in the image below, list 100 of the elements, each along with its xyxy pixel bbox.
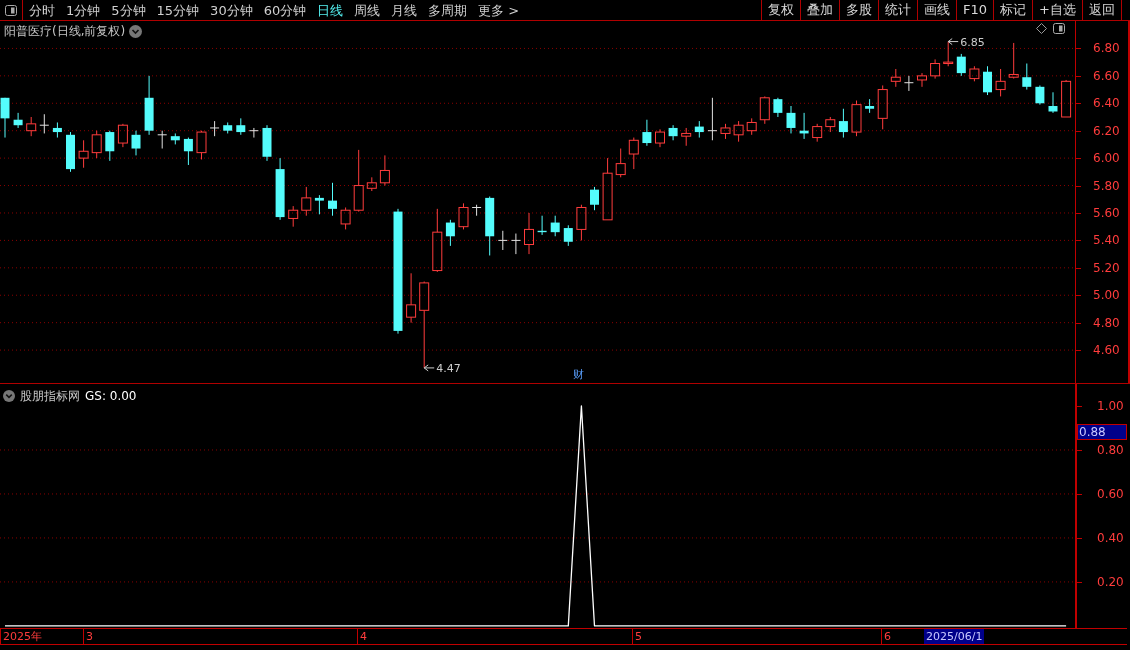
period-tab[interactable]: 日线 bbox=[317, 3, 344, 17]
candle bbox=[956, 53, 966, 77]
candle bbox=[681, 127, 692, 147]
price-axis-label: 6.80 bbox=[1093, 42, 1120, 55]
finance-marker[interactable]: 财 bbox=[573, 369, 584, 380]
candle bbox=[615, 148, 626, 178]
chart-title: 阳普医疗(日线,前复权) bbox=[4, 23, 126, 40]
date-axis-label: 3 bbox=[83, 629, 93, 644]
panel-toggle-icon[interactable] bbox=[5, 4, 17, 16]
candle bbox=[223, 121, 233, 134]
toolbar-button[interactable]: 叠加 bbox=[800, 0, 840, 20]
candle bbox=[131, 130, 141, 156]
toolbar-button[interactable]: 标记 bbox=[993, 0, 1033, 20]
candle bbox=[340, 207, 351, 230]
price-axis-label: 5.20 bbox=[1093, 261, 1120, 274]
toolbar-button[interactable]: 统计 bbox=[878, 0, 918, 20]
price-axis-label: 6.00 bbox=[1093, 152, 1120, 165]
candle bbox=[812, 123, 823, 143]
period-tab[interactable]: 5分钟 bbox=[111, 3, 146, 17]
candle bbox=[825, 116, 836, 133]
candle bbox=[379, 154, 390, 187]
candle bbox=[144, 75, 154, 136]
candle bbox=[707, 97, 718, 141]
candle bbox=[196, 130, 207, 160]
toolbar-button[interactable]: 多股 bbox=[839, 0, 879, 20]
cursor-value-label: 0.88 bbox=[1077, 424, 1127, 441]
candle bbox=[485, 196, 495, 256]
candle bbox=[903, 75, 914, 92]
price-axis-label: 6.60 bbox=[1093, 69, 1120, 82]
panel-toggle-icon[interactable] bbox=[1053, 23, 1065, 34]
candle bbox=[930, 58, 941, 80]
candle bbox=[865, 98, 875, 114]
toolbar-button[interactable]: 返回 bbox=[1082, 0, 1122, 20]
candle bbox=[52, 121, 62, 139]
period-tab[interactable]: 月线 bbox=[391, 3, 418, 17]
indicator-reading: GS: 0.00 bbox=[85, 388, 137, 405]
candle bbox=[170, 132, 180, 145]
candle bbox=[759, 95, 770, 125]
candle bbox=[746, 117, 757, 136]
candle bbox=[157, 130, 168, 149]
toolbar-button[interactable]: 复权 bbox=[761, 0, 801, 20]
indicator-axis-label: 0.20 bbox=[1097, 575, 1124, 588]
dropdown-icon[interactable] bbox=[129, 24, 143, 38]
period-tab[interactable]: 15分钟 bbox=[156, 3, 200, 17]
candle bbox=[262, 124, 272, 162]
candle bbox=[550, 215, 560, 237]
candle bbox=[1022, 63, 1032, 91]
candle bbox=[786, 105, 796, 134]
candle bbox=[983, 65, 992, 96]
dropdown-icon[interactable] bbox=[3, 390, 15, 402]
indicator-axis-label: 0.80 bbox=[1097, 443, 1124, 456]
period-tab[interactable]: 多周期 bbox=[428, 3, 468, 17]
price-axis-label: 4.60 bbox=[1093, 344, 1120, 357]
candle bbox=[353, 149, 364, 213]
toolbar-button[interactable]: F10 bbox=[956, 0, 994, 20]
candle bbox=[877, 84, 888, 130]
period-tab[interactable]: 30分钟 bbox=[210, 3, 253, 17]
candle bbox=[773, 97, 783, 118]
candle bbox=[943, 41, 954, 67]
period-tab[interactable]: 分时 bbox=[29, 3, 55, 17]
cursor-date-label: 2025/06/1 bbox=[924, 629, 985, 644]
price-axis-label: 5.00 bbox=[1093, 289, 1120, 302]
diamond-icon[interactable] bbox=[1036, 23, 1047, 34]
candle bbox=[275, 157, 285, 221]
candle bbox=[1035, 84, 1045, 106]
candle bbox=[0, 97, 10, 139]
candle bbox=[78, 139, 89, 169]
candle bbox=[497, 230, 508, 251]
candle bbox=[694, 120, 704, 139]
candle bbox=[288, 205, 299, 228]
candle bbox=[26, 116, 37, 137]
candle bbox=[314, 194, 324, 215]
candle bbox=[406, 272, 417, 324]
price-axis-label: 5.40 bbox=[1093, 234, 1120, 247]
candle bbox=[799, 112, 809, 140]
candle bbox=[1008, 42, 1019, 80]
candle bbox=[13, 112, 23, 129]
candle bbox=[301, 186, 312, 217]
candle bbox=[328, 182, 337, 217]
candle bbox=[91, 130, 102, 159]
candle bbox=[628, 137, 639, 170]
candle bbox=[969, 65, 980, 82]
toolbar-button[interactable]: +自选 bbox=[1032, 0, 1082, 20]
candle bbox=[236, 117, 246, 136]
candle bbox=[917, 72, 927, 88]
candle bbox=[471, 204, 482, 217]
price-axis-label: 6.40 bbox=[1093, 97, 1120, 110]
candle bbox=[183, 137, 193, 166]
toolbar-button[interactable]: 画线 bbox=[917, 0, 957, 20]
price-axis-label: 5.80 bbox=[1093, 179, 1120, 192]
date-axis-label: 4 bbox=[357, 629, 367, 644]
candle bbox=[563, 224, 573, 247]
period-tab[interactable]: 1分钟 bbox=[66, 3, 101, 17]
indicator-name: 股朋指标网 bbox=[20, 388, 80, 405]
candle bbox=[602, 157, 613, 221]
period-tab[interactable]: 周线 bbox=[354, 3, 381, 17]
period-tab[interactable]: 60分钟 bbox=[263, 3, 307, 17]
candle bbox=[890, 68, 901, 88]
indicator-axis-label: 0.40 bbox=[1097, 531, 1124, 544]
period-tab[interactable]: 更多 > bbox=[478, 3, 520, 17]
